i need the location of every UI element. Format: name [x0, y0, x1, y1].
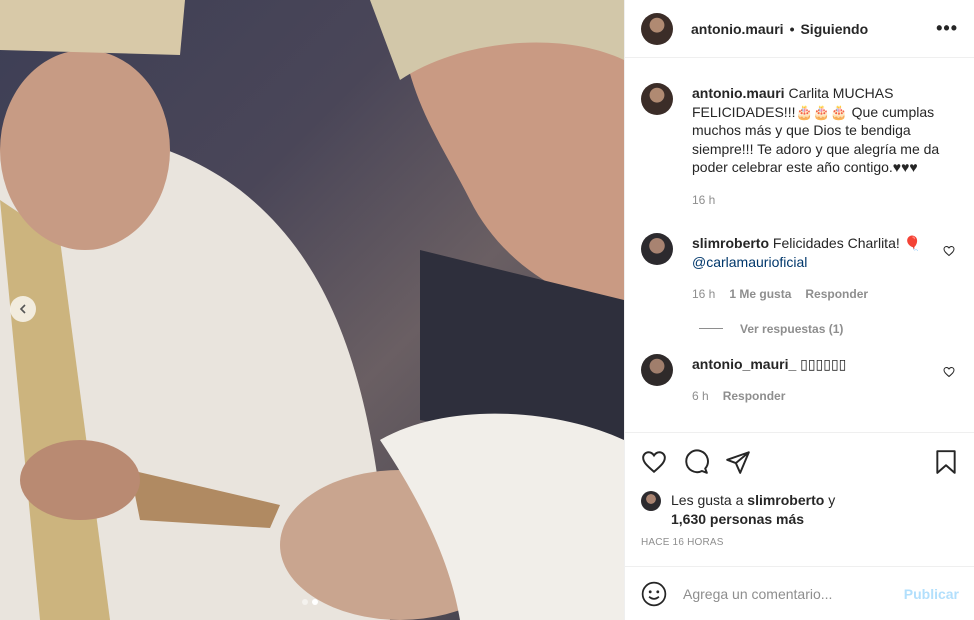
- caption-time[interactable]: 16 h: [692, 191, 715, 210]
- caption-username[interactable]: antonio.mauri: [692, 85, 785, 101]
- avatar[interactable]: [641, 233, 673, 265]
- carousel-dot-active: [312, 599, 318, 605]
- following-button[interactable]: Siguiendo: [800, 21, 868, 37]
- likes-user[interactable]: slimroberto: [747, 492, 824, 508]
- reply-button[interactable]: Responder: [723, 387, 786, 406]
- like-comment-heart-icon[interactable]: [943, 366, 955, 378]
- avatar[interactable]: [641, 353, 673, 386]
- comment-username[interactable]: slimroberto: [692, 235, 769, 251]
- emoji-icon[interactable]: [641, 581, 667, 607]
- post-actions: Les gusta a slimroberto y 1,630 personas…: [625, 432, 974, 548]
- likes-connector: y: [828, 492, 836, 508]
- like-comment-heart-icon[interactable]: [943, 245, 955, 257]
- comment-icon[interactable]: [683, 449, 709, 475]
- post-timestamp[interactable]: HACE 16 HORAS: [641, 537, 959, 548]
- likes-prefix: Les gusta a: [671, 492, 744, 508]
- comment-item: antonio_mauri_ ▯▯▯▯▯▯ 6 h Responder: [641, 330, 959, 406]
- avatar[interactable]: [641, 83, 673, 115]
- photo-artwork: [0, 0, 624, 620]
- comment-input[interactable]: [683, 585, 904, 602]
- avatar[interactable]: [641, 12, 673, 45]
- comment-username[interactable]: antonio_mauri_: [692, 356, 796, 372]
- caption: antonio.mauri Carlita MUCHAS FELICIDADES…: [641, 59, 959, 209]
- carousel-indicator: [302, 599, 318, 605]
- header-separator: •: [789, 20, 795, 37]
- comment-time[interactable]: 16 h: [692, 285, 715, 304]
- likes-others[interactable]: 1,630 personas más: [671, 511, 804, 527]
- bookmark-icon[interactable]: [933, 449, 959, 475]
- post-header: antonio.mauri • Siguiendo •••: [625, 0, 974, 58]
- more-options-icon[interactable]: •••: [936, 18, 958, 39]
- comment-likes[interactable]: 1 Me gusta: [729, 285, 791, 304]
- reply-button[interactable]: Responder: [805, 285, 868, 304]
- chevron-left-icon: [19, 304, 26, 314]
- post-image[interactable]: [0, 0, 624, 620]
- carousel-dot: [302, 599, 308, 605]
- publish-button[interactable]: Publicar: [904, 586, 959, 602]
- comment-time[interactable]: 6 h: [692, 387, 709, 406]
- heart-icon[interactable]: [641, 449, 667, 475]
- comment-mention[interactable]: @carlamaurioficial: [692, 254, 807, 270]
- header-username[interactable]: antonio.mauri: [691, 21, 784, 37]
- add-comment-bar: Publicar: [625, 566, 974, 620]
- comments-list[interactable]: antonio.mauri Carlita MUCHAS FELICIDADES…: [625, 59, 974, 432]
- share-icon[interactable]: [725, 449, 751, 475]
- comment-text: ▯▯▯▯▯▯: [800, 355, 847, 372]
- likes-summary: Les gusta a slimroberto y 1,630 personas…: [641, 491, 959, 529]
- comment-item: slimroberto Felicidades Charlita! 🎈 @car…: [641, 209, 959, 304]
- post-side-panel: antonio.mauri • Siguiendo ••• antonio.ma…: [624, 0, 974, 620]
- avatar[interactable]: [641, 491, 661, 511]
- carousel-prev-button[interactable]: [10, 296, 36, 322]
- comment-text: Felicidades Charlita! 🎈: [772, 235, 922, 251]
